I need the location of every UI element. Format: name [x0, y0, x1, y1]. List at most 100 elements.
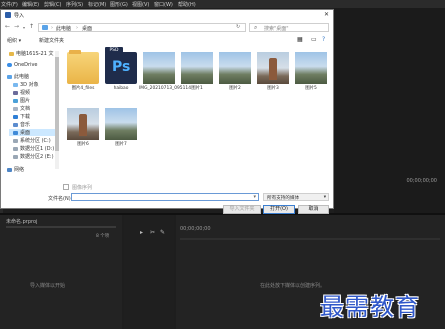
breadcrumb-this-pc[interactable]: 此电脑: [56, 25, 71, 32]
file-item[interactable]: 图片1: [179, 52, 215, 102]
menu-window[interactable]: 窗口(W): [154, 1, 173, 8]
file-item[interactable]: IMG_20210713_095114: [139, 52, 191, 102]
view-options-icon[interactable]: ▦: [297, 36, 303, 43]
menu-help[interactable]: 帮助(H): [178, 1, 196, 8]
selection-tool-icon[interactable]: ▸: [140, 229, 143, 236]
sidebar-item-desktop[interactable]: 桌面: [9, 129, 57, 136]
drive-icon: [13, 147, 18, 151]
help-icon[interactable]: ?: [322, 36, 325, 43]
sidebar-item-3d-objects[interactable]: 3D 对象: [13, 81, 39, 88]
sidebar-item-computer[interactable]: 电脑161S-21 文: [9, 50, 53, 57]
image-thumbnail: [257, 52, 289, 84]
file-name: 图片7: [115, 142, 127, 147]
menu-marker[interactable]: 标记(M): [88, 1, 106, 8]
filename-label: 文件名(N):: [48, 196, 73, 202]
document-icon: [13, 107, 18, 111]
image-thumbnail: [67, 108, 99, 140]
sidebar-item-network[interactable]: 网络: [7, 166, 24, 173]
menu-file[interactable]: 文件(F): [1, 1, 18, 8]
file-name: 图片2: [229, 86, 241, 91]
sidebar-item-pictures[interactable]: 图片: [13, 97, 30, 104]
sidebar-item-drive-c[interactable]: 系统分区 (C:): [13, 137, 51, 144]
address-bar[interactable]: › 此电脑 › 桌面: [38, 23, 246, 32]
cube-icon: [13, 83, 18, 87]
project-empty-hint: 导入媒体以开始: [30, 283, 66, 289]
breadcrumb-desktop[interactable]: 桌面: [82, 25, 92, 32]
menu-view[interactable]: 视图(V): [132, 1, 149, 8]
project-tab[interactable]: 未命名.prproj: [6, 218, 37, 225]
open-button[interactable]: 打开(O): [263, 205, 295, 214]
file-item[interactable]: 图片3: [255, 52, 291, 102]
filetype-select[interactable]: 所有支持的媒体 ▾: [263, 193, 329, 201]
download-icon: [13, 115, 18, 119]
arrow-up-icon[interactable]: ↑: [29, 23, 34, 30]
menu-sequence[interactable]: 序列(S): [66, 1, 83, 8]
dialog-titlebar[interactable]: 导入 ✕: [1, 10, 333, 20]
sidebar-item-music[interactable]: 音乐: [13, 121, 30, 128]
file-name: 图片3: [267, 86, 279, 91]
search-icon: ⌕: [254, 24, 258, 31]
search-box[interactable]: ⌕ 搜索"桌面": [249, 23, 329, 32]
filename-field[interactable]: ▾: [71, 193, 259, 201]
project-item-count: 8 个项: [96, 234, 110, 239]
sidebar-item-onedrive[interactable]: OneDrive: [7, 62, 38, 68]
filetype-value: 所有支持的媒体: [267, 196, 300, 201]
arrow-right-icon[interactable]: →: [14, 23, 19, 30]
new-folder-button[interactable]: 新建文件夹: [39, 37, 64, 44]
file-item[interactable]: 图片6: [65, 108, 101, 158]
file-name: 图片1: [191, 86, 203, 91]
file-item[interactable]: 图片5: [293, 52, 329, 102]
app-menubar: 文件(F) 编辑(E) 剪辑(C) 序列(S) 标记(M) 图形(G) 视图(V…: [0, 0, 445, 8]
dialog-title: 导入: [14, 13, 25, 19]
sidebar-scrollbar[interactable]: [55, 51, 59, 169]
sidebar-item-this-pc[interactable]: 此电脑: [7, 73, 29, 80]
organize-menu[interactable]: 组织 ▾: [7, 37, 21, 44]
arrow-left-icon[interactable]: ←: [5, 23, 10, 30]
pen-tool-icon[interactable]: ✎: [160, 229, 165, 236]
sidebar-item-drive-e[interactable]: 数据分区2 (E:): [13, 153, 54, 160]
sidebar-item-videos[interactable]: 视频: [13, 89, 30, 96]
image-thumbnail: [181, 52, 213, 84]
sidebar-item-drive-d[interactable]: 数据分区1 (D:): [13, 145, 54, 152]
folder-icon: [9, 52, 14, 56]
desktop-icon: [13, 131, 18, 135]
refresh-icon[interactable]: ↻: [236, 24, 240, 30]
cloud-icon: [7, 63, 12, 67]
import-dialog: 导入 ✕ ← → ▾ ↑ › 此电脑 › 桌面 ↻ ⌕ 搜索"桌面" 组织 ▾ …: [0, 9, 334, 214]
scrollbar-thumb[interactable]: [55, 57, 59, 151]
preview-pane-icon[interactable]: ▭: [311, 36, 317, 43]
program-monitor: 00;00;00;00: [334, 8, 445, 213]
file-item[interactable]: PSD Ps haibao: [103, 47, 139, 102]
close-icon[interactable]: ✕: [324, 11, 329, 18]
project-search-bar[interactable]: [6, 226, 116, 228]
navigation-bar: ← → ▾ ↑ › 此电脑 › 桌面 ↻ ⌕ 搜索"桌面": [1, 21, 333, 33]
import-folder-button[interactable]: 导入文件夹: [223, 205, 261, 214]
image-sequence-option[interactable]: 图像序列: [63, 184, 92, 191]
menu-clip[interactable]: 剪辑(C): [44, 1, 61, 8]
timeline-timecode: 00;00;00;00: [180, 226, 211, 232]
drive-icon: [13, 139, 18, 143]
timeline-ruler[interactable]: [180, 238, 440, 240]
file-name: 图片6: [77, 142, 89, 147]
file-item[interactable]: 图片7: [103, 108, 139, 158]
sidebar-item-downloads[interactable]: 下载: [13, 113, 30, 120]
file-name: IMG_20210713_095114: [139, 86, 191, 91]
razor-tool-icon[interactable]: ✂: [150, 229, 155, 236]
sidebar-item-documents[interactable]: 文档: [13, 105, 30, 112]
breadcrumb-sep-icon: ›: [51, 25, 53, 31]
chevron-down-icon[interactable]: ▾: [23, 25, 25, 30]
file-list: 图片4_files PSD Ps haibao IMG_20210713_0951…: [63, 47, 333, 178]
menu-graphics[interactable]: 图形(G): [110, 1, 128, 8]
file-item[interactable]: 图片2: [217, 52, 253, 102]
cancel-button[interactable]: 取消: [298, 205, 329, 214]
image-thumbnail: [105, 108, 137, 140]
program-timecode: 00;00;00;00: [406, 178, 437, 184]
image-thumbnail: [295, 52, 327, 84]
music-icon: [13, 123, 18, 127]
chevron-down-icon[interactable]: ▾: [253, 194, 256, 200]
menu-edit[interactable]: 编辑(E): [22, 1, 39, 8]
image-thumbnail: [143, 52, 175, 84]
watermark-logo: 最需教育: [320, 293, 420, 321]
file-item[interactable]: 图片4_files: [65, 50, 101, 102]
image-sequence-checkbox[interactable]: [63, 184, 69, 190]
